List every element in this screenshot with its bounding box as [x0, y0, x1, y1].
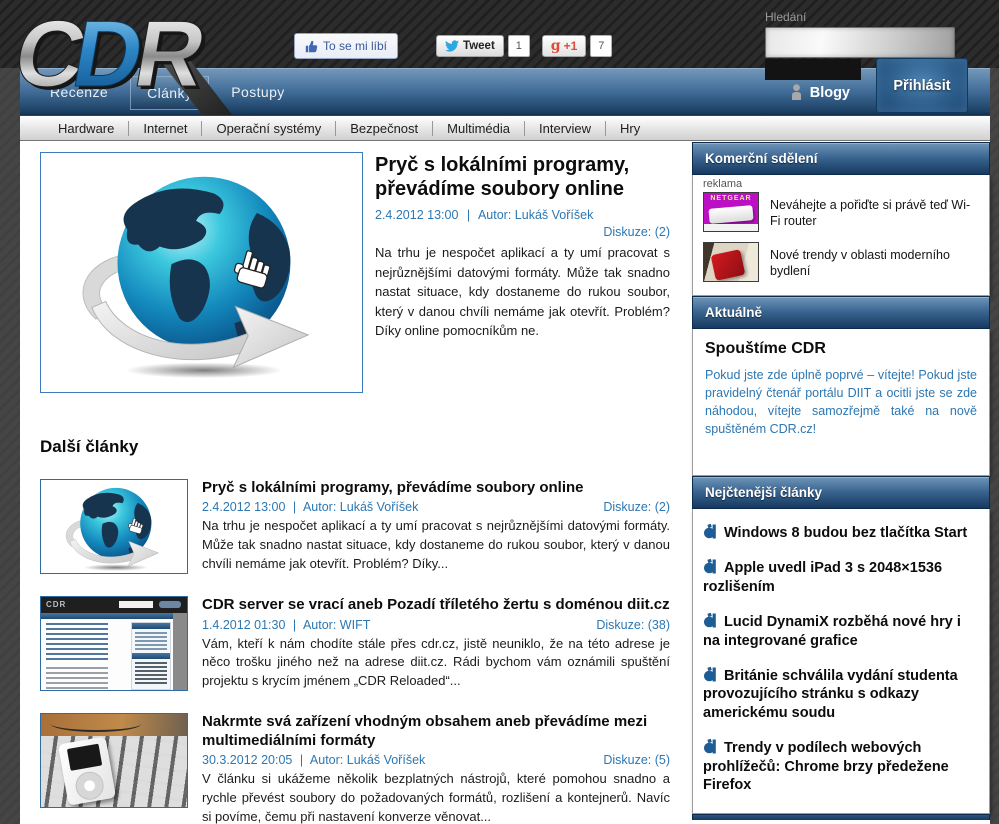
article-perex: Na trhu je nespočet aplikací a ty umí pr…	[202, 517, 670, 574]
article-author[interactable]: WIFT	[340, 618, 371, 632]
aktualne-article-body: Pokud jste zde úplně poprvé – vítejte! P…	[705, 366, 977, 439]
cdr-bullet-icon	[703, 523, 718, 539]
article-date: 2.4.2012 13:00	[375, 208, 458, 222]
subnav-item-hry[interactable]: Hry	[606, 121, 654, 136]
article-perex: Vám, kteří k nám chodíte stále přes cdr.…	[202, 635, 670, 692]
sidebar: Komerční sdělení reklama NETGEAR Neváhej…	[692, 141, 990, 824]
article-author[interactable]: Lukáš Voříšek	[347, 753, 426, 767]
subnav-item-bezpecnost[interactable]: Bezpečnost	[336, 121, 433, 136]
next-section-header-partial	[692, 814, 990, 820]
most-read-item[interactable]: Windows 8 budou bez tlačítka Start	[703, 523, 979, 542]
cdr-logo[interactable]: C D R C D R	[8, 0, 243, 122]
tweet-label: Tweet	[463, 40, 495, 52]
tweet-button[interactable]: Tweet	[436, 35, 504, 57]
more-articles-heading: Další články	[40, 437, 670, 457]
plusone-count[interactable]: 7	[590, 35, 612, 57]
featured-discussion-link[interactable]: Diskuze: (2)	[375, 225, 670, 239]
twitter-bird-icon	[445, 40, 459, 52]
subnav-item-multimedia[interactable]: Multimédia	[433, 121, 525, 136]
article-thumbnail-ipod[interactable]	[40, 713, 188, 808]
featured-article-meta: 2.4.2012 13:00 | Autor: Lukáš Voříšek	[375, 208, 670, 222]
aktualne-section-header: Aktuálně	[692, 296, 990, 329]
article-date: 30.3.2012 20:05	[202, 753, 292, 767]
googleplus-icon: g	[551, 38, 561, 54]
commercial-section-header: Komerční sdělení	[692, 142, 990, 175]
subnav-item-internet[interactable]: Internet	[129, 121, 202, 136]
aktualne-section-body: Spouštíme CDR Pokud jste zde úplně poprv…	[692, 329, 990, 476]
search-dropdown-stub	[765, 59, 861, 80]
cdr-bullet-icon	[703, 666, 718, 682]
ad-text[interactable]: Nové trendy v oblasti moderního bydlení	[770, 242, 979, 282]
article-title[interactable]: Nakrmte svá zařízení vhodným obsahem ane…	[202, 713, 670, 750]
mostread-section-header: Nejčtenější články	[692, 476, 990, 509]
discussion-link[interactable]: Diskuze: (2)	[603, 500, 670, 514]
most-read-item[interactable]: Británie schválila vydání studenta provo…	[703, 666, 979, 722]
main-column: Pryč s lokálními programy, převádíme sou…	[20, 141, 684, 824]
content-area: Pryč s lokálními programy, převádíme sou…	[20, 141, 990, 824]
ad-item[interactable]: Nové trendy v oblasti moderního bydlení	[703, 242, 979, 282]
cdr-homepage: To se mi líbí Tweet 1 g +1 7 Hledání	[0, 0, 999, 824]
featured-article-perex: Na trhu je nespočet aplikací a ty umí pr…	[375, 243, 670, 341]
google-plusone-button[interactable]: g +1	[542, 35, 586, 57]
ad-label: reklama	[703, 178, 979, 190]
article-thumbnail-website[interactable]: CDR	[40, 596, 188, 691]
article-author[interactable]: Lukáš Voříšek	[515, 208, 594, 222]
most-read-item[interactable]: Apple uvedl iPad 3 s 2048×1536 rozlišení…	[703, 558, 979, 596]
ad-item[interactable]: NETGEAR Neváhejte a pořiďte si právě teď…	[703, 192, 979, 232]
article-date: 2.4.2012 13:00	[202, 500, 285, 514]
subnav-item-operacni-systemy[interactable]: Operační systémy	[202, 121, 336, 136]
most-read-item[interactable]: Trendy v podílech webových prohlížečů: C…	[703, 738, 979, 794]
article-date: 1.4.2012 01:30	[202, 618, 285, 632]
search-input[interactable]	[765, 27, 955, 58]
globe-arrow-image	[54, 481, 176, 574]
mostread-section-body: Windows 8 budou bez tlačítka Start Apple…	[692, 509, 990, 814]
article-title[interactable]: Pryč s lokálními programy, převádíme sou…	[202, 479, 670, 497]
search-area: Hledání	[765, 10, 955, 80]
cdr-bullet-icon	[703, 612, 718, 628]
article-row: Pryč s lokálními programy, převádíme sou…	[40, 479, 670, 574]
nav-item-blogy[interactable]: Blogy	[790, 84, 850, 101]
tweet-count[interactable]: 1	[508, 35, 530, 57]
article-meta: Diskuze: (2) 2.4.2012 13:00 | Autor: Luk…	[202, 500, 670, 514]
blogy-label: Blogy	[810, 85, 850, 101]
discussion-link[interactable]: Diskuze: (38)	[596, 618, 670, 632]
globe-arrow-image	[52, 160, 352, 386]
commercial-section-body: reklama NETGEAR Neváhejte a pořiďte si p…	[692, 175, 990, 296]
article-author[interactable]: Lukáš Voříšek	[340, 500, 419, 514]
search-label: Hledání	[765, 10, 955, 24]
featured-article-title[interactable]: Pryč s lokálními programy, převádíme sou…	[375, 154, 670, 201]
social-buttons: To se mi líbí Tweet 1 g +1 7	[294, 33, 612, 59]
featured-article: Pryč s lokálními programy, převádíme sou…	[40, 152, 670, 393]
cdr-bullet-icon	[703, 738, 718, 754]
discussion-link[interactable]: Diskuze: (5)	[603, 753, 670, 767]
thumbs-up-icon	[305, 40, 318, 53]
article-meta: Diskuze: (38) 1.4.2012 01:30 | Autor: WI…	[202, 618, 670, 632]
thumb-website-header: CDR	[41, 597, 187, 613]
category-navigation: Hardware Internet Operační systémy Bezpe…	[20, 115, 990, 141]
article-thumbnail-globe[interactable]	[40, 479, 188, 574]
ipod-image	[58, 737, 116, 806]
article-meta: Diskuze: (5) 30.3.2012 20:05 | Autor: Lu…	[202, 753, 670, 767]
subnav-item-interview[interactable]: Interview	[525, 121, 606, 136]
facebook-like-label: To se mi líbí	[323, 39, 387, 53]
plusone-label: +1	[564, 39, 578, 53]
netgear-ad-image: NETGEAR	[703, 192, 759, 232]
article-title[interactable]: CDR server se vrací aneb Pozadí tříletéh…	[202, 596, 670, 614]
ad-text[interactable]: Neváhejte a pořiďte si právě teď Wi-Fi r…	[770, 192, 979, 232]
article-perex: V článku si ukážeme několik bezplatných …	[202, 770, 670, 824]
article-row: CDR CDR s	[40, 596, 670, 691]
article-row: Nakrmte svá zařízení vhodným obsahem ane…	[40, 713, 670, 824]
facebook-like-button[interactable]: To se mi líbí	[294, 33, 398, 59]
featured-article-image[interactable]	[40, 152, 363, 393]
person-icon	[790, 84, 803, 101]
most-read-item[interactable]: Lucid DynamiX rozběhá nové hry i na inte…	[703, 612, 979, 650]
aktualne-article-title[interactable]: Spouštíme CDR	[705, 340, 977, 358]
modern-living-ad-image	[703, 242, 759, 282]
cdr-bullet-icon	[703, 558, 718, 574]
subnav-item-hardware[interactable]: Hardware	[44, 121, 129, 136]
